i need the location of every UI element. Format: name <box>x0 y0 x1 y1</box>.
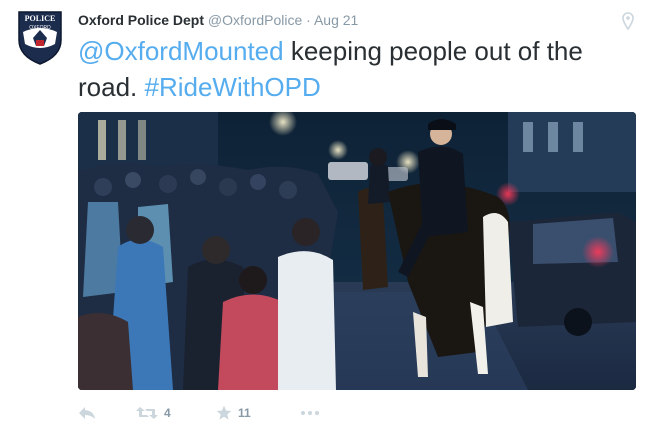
separator: · <box>306 12 311 28</box>
star-icon <box>216 405 232 420</box>
timestamp[interactable]: Aug 21 <box>314 12 358 28</box>
location-pin-icon[interactable] <box>622 12 634 31</box>
avatar-badge-mid: OXFORD <box>29 25 51 31</box>
mention-link[interactable]: @OxfordMounted <box>78 36 284 66</box>
retweet-count: 4 <box>164 406 171 420</box>
tweet-header: Oxford Police Dept @OxfordPolice · Aug 2… <box>78 11 358 29</box>
favorite-button[interactable]: 11 <box>216 403 251 423</box>
hashtag-link[interactable]: #RideWithOPD <box>145 72 321 102</box>
tweet-text: @OxfordMounted keeping people out of the… <box>78 33 638 105</box>
avatar-badge-top: POLICE <box>25 14 56 23</box>
reply-button[interactable] <box>78 403 96 423</box>
reply-icon <box>79 407 95 419</box>
tweet-photo[interactable] <box>78 112 636 390</box>
retweet-icon <box>136 407 158 419</box>
display-name[interactable]: Oxford Police Dept <box>78 12 204 28</box>
avatar[interactable]: POLICE OXFORD <box>15 10 65 66</box>
police-badge-icon: POLICE OXFORD <box>18 11 62 65</box>
tweet-card[interactable]: POLICE OXFORD Oxford Police Dept @Oxford… <box>0 0 650 433</box>
favorite-count: 11 <box>238 406 251 420</box>
username[interactable]: @OxfordPolice <box>208 12 302 28</box>
more-button[interactable] <box>300 403 320 423</box>
more-icon <box>301 411 319 415</box>
retweet-button[interactable]: 4 <box>136 403 171 423</box>
photo-image <box>78 112 636 390</box>
